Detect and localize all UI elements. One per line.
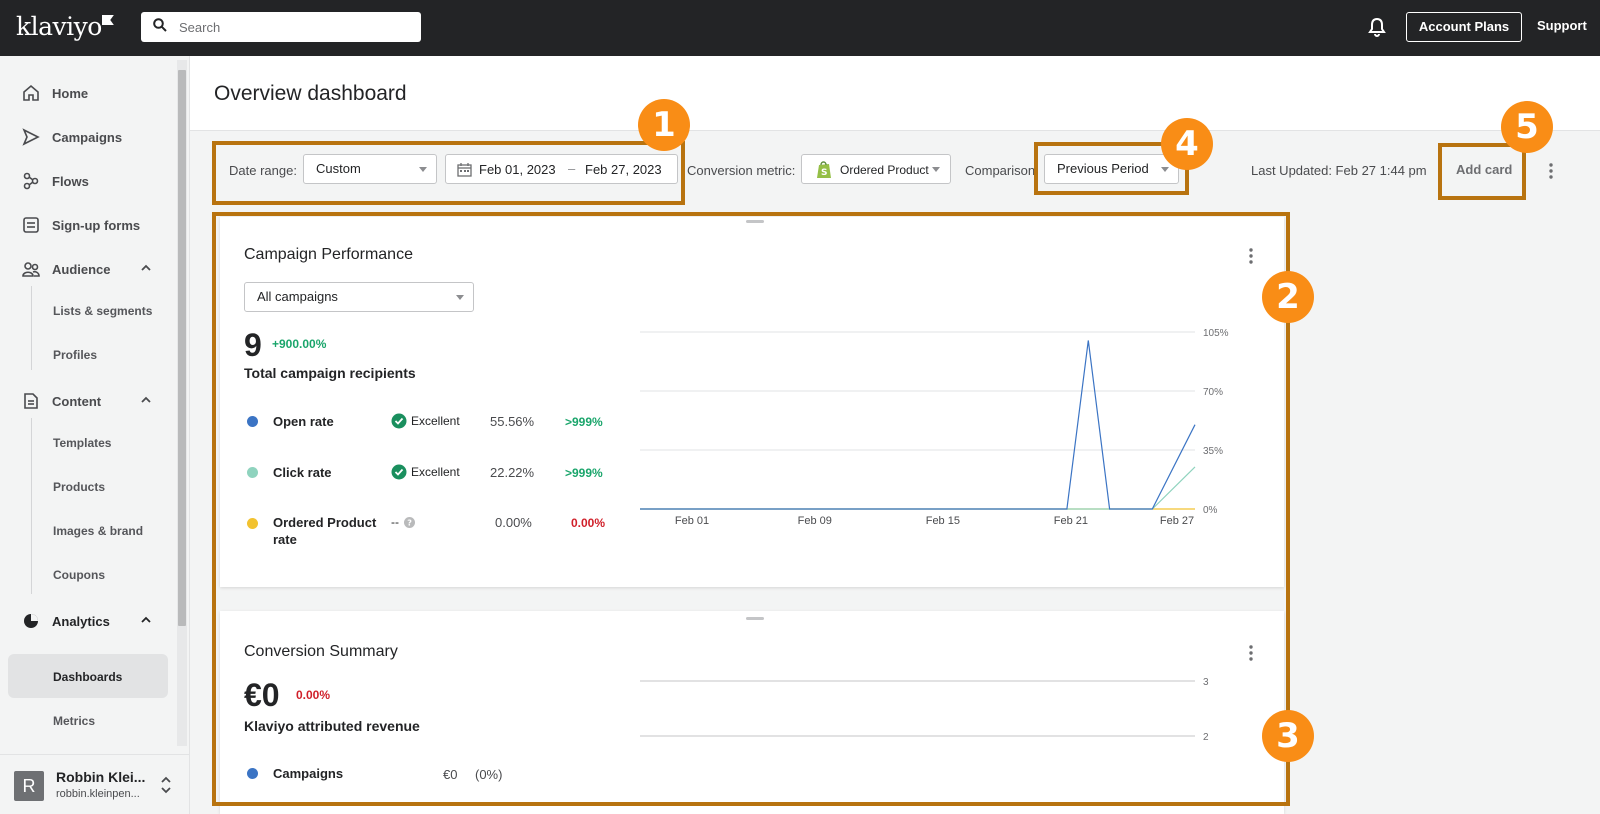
flows-icon bbox=[23, 172, 39, 190]
conversion-metric-select[interactable]: S Ordered Product bbox=[801, 154, 951, 184]
send-icon bbox=[22, 128, 40, 146]
home-icon bbox=[23, 84, 39, 101]
account-plans-button[interactable]: Account Plans bbox=[1406, 12, 1522, 42]
sidebar-item-audience[interactable]: Audience bbox=[22, 257, 151, 281]
sidebar-item-signup-forms[interactable]: Sign-up forms bbox=[22, 213, 140, 237]
klaviyo-logo[interactable]: klaviyo bbox=[16, 12, 114, 41]
form-icon bbox=[23, 217, 39, 233]
annotation-badge-2: 2 bbox=[1262, 271, 1314, 323]
sidebar-item-images-brand[interactable]: Images & brand bbox=[53, 524, 143, 538]
conversion-metric-label: Conversion metric: bbox=[687, 163, 796, 178]
sidebar-item-dashboards[interactable]: Dashboards bbox=[53, 670, 122, 684]
sidebar: Home Campaigns Flows Sign-up forms Audie… bbox=[0, 56, 190, 814]
people-icon bbox=[22, 262, 40, 277]
annotation-box-1 bbox=[212, 141, 685, 205]
last-updated-text: Last Updated: Feb 27 1:44 pm bbox=[1251, 163, 1427, 178]
annotation-badge-3: 3 bbox=[1262, 710, 1314, 762]
sidebar-item-campaigns[interactable]: Campaigns bbox=[22, 125, 122, 149]
content-subline bbox=[31, 418, 32, 594]
sidebar-item-lists-segments[interactable]: Lists & segments bbox=[53, 304, 152, 318]
user-name: Robbin Klei... bbox=[56, 769, 146, 785]
user-menu[interactable]: R Robbin Klei... robbin.kleinpen... bbox=[0, 754, 190, 814]
top-bar: klaviyo Search Account Plans Support bbox=[0, 0, 1600, 56]
logo-flag-icon bbox=[101, 15, 114, 25]
comparison-label: Comparison bbox=[965, 163, 1036, 178]
svg-text:S: S bbox=[821, 168, 827, 178]
page-title: Overview dashboard bbox=[214, 82, 407, 105]
pie-chart-icon bbox=[24, 614, 38, 628]
caret-down-icon bbox=[932, 167, 940, 172]
sidebar-item-metrics[interactable]: Metrics bbox=[53, 714, 95, 728]
support-link[interactable]: Support bbox=[1537, 18, 1587, 33]
shopify-icon: S bbox=[817, 161, 831, 178]
sidebar-item-profiles[interactable]: Profiles bbox=[53, 348, 97, 362]
chevron-up-icon bbox=[141, 396, 151, 403]
annotation-badge-1: 1 bbox=[638, 99, 690, 151]
sidebar-item-analytics[interactable]: Analytics bbox=[22, 609, 151, 633]
audience-subline bbox=[31, 286, 32, 370]
search-input[interactable]: Search bbox=[141, 12, 421, 42]
avatar: R bbox=[14, 771, 44, 801]
sidebar-item-content[interactable]: Content bbox=[22, 389, 151, 413]
annotation-box-5 bbox=[1438, 143, 1526, 200]
sidebar-scroll-thumb[interactable] bbox=[178, 70, 186, 626]
search-icon bbox=[153, 18, 167, 32]
page-header: Overview dashboard bbox=[190, 56, 1600, 131]
sidebar-item-flows[interactable]: Flows bbox=[22, 169, 89, 193]
sidebar-item-home[interactable]: Home bbox=[22, 81, 88, 105]
user-email: robbin.kleinpen... bbox=[56, 788, 140, 800]
annotation-badge-5: 5 bbox=[1501, 101, 1553, 153]
search-placeholder: Search bbox=[179, 20, 221, 35]
more-options-icon[interactable] bbox=[1549, 163, 1553, 179]
content-icon bbox=[24, 393, 38, 409]
bell-icon[interactable] bbox=[1368, 17, 1386, 37]
annotation-box-2-3 bbox=[212, 212, 1290, 806]
sidebar-item-templates[interactable]: Templates bbox=[53, 436, 111, 450]
sidebar-item-products[interactable]: Products bbox=[53, 480, 105, 494]
chevron-updown-icon bbox=[161, 776, 171, 794]
chevron-up-icon bbox=[141, 264, 151, 271]
sidebar-item-coupons[interactable]: Coupons bbox=[53, 568, 105, 582]
annotation-badge-4: 4 bbox=[1161, 118, 1213, 170]
chevron-up-icon bbox=[141, 616, 151, 623]
